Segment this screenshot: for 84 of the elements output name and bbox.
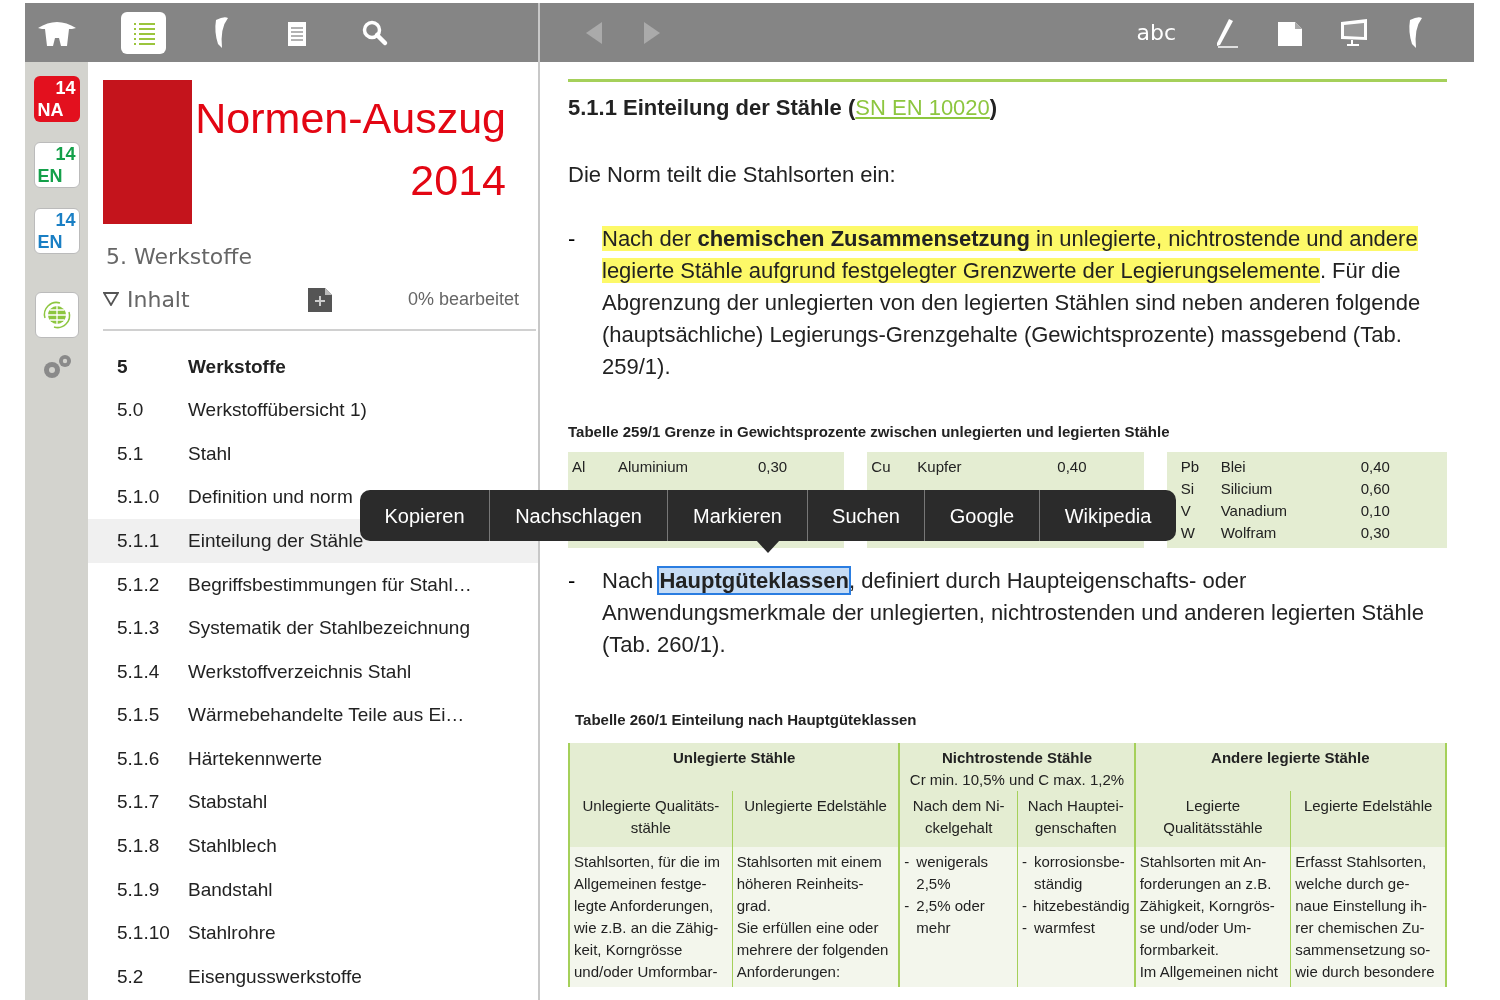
table-cell-text: Cu <box>871 456 892 477</box>
table-cell-text: 0,40 <box>1360 456 1390 477</box>
table-cell-text: Kupfer <box>917 456 963 477</box>
book-year: 2014 <box>410 155 506 206</box>
table-cell-text: W <box>1179 522 1196 543</box>
toc-item[interactable]: 5.1.6 Härtekennwerte <box>88 737 538 781</box>
table-cell-text: 0,40 <box>1057 456 1087 477</box>
monitor-icon[interactable] <box>1340 17 1368 48</box>
toc-item[interactable]: 5.2 Eisengusswerkstoffe <box>88 955 538 999</box>
globe-icon <box>41 300 72 330</box>
table-cell-text: Vanadium <box>1220 500 1289 521</box>
table-cell-text: V <box>1179 500 1192 521</box>
list-dash: - <box>1022 918 1028 938</box>
toc-item[interactable]: 5.1.8 Stahlblech <box>88 824 538 869</box>
book-title: Normen-Auszug <box>195 93 506 144</box>
table-cell-text: Silicium <box>1220 478 1274 499</box>
column-header: Unlegierte Qualitäts- stähle <box>569 791 733 847</box>
table-cell-text: 2,5% oder mehr <box>916 896 985 938</box>
table-cell-text: 0,10 <box>1360 500 1390 521</box>
progress-label: 0% bearbeitet <box>407 287 519 311</box>
toc-item[interactable]: 5.1.5 Wärmebehandelte Teile aus Ei… <box>88 693 538 738</box>
list-dash: - <box>1022 896 1028 916</box>
column-group-note: Cr min. 10,5% und C max. 1,2% <box>908 770 1126 790</box>
list-dash: - <box>1022 852 1028 872</box>
table-cell-text: hitzebeständig <box>1032 896 1130 916</box>
table-cell-text: Blei <box>1220 456 1247 477</box>
table-cell-text: 0,30 <box>1360 522 1390 543</box>
table-cell-text: Stahlsorten mit einem höheren Reinheits- grad. Sie erfüllen eine oder mehrere der folgenden Anforderungen: <box>736 852 890 982</box>
table-caption: Tabelle 259/1 Grenze in Gewichtsprozente zwischen unlegierten und legierten Stähle <box>568 422 1171 442</box>
document-badge[interactable]: 14 EN <box>33 208 80 254</box>
intro-text: Die Norm teilt die Stahlsorten ein: <box>568 161 897 189</box>
table-cell-text: 0,30 <box>758 456 788 477</box>
toc-item[interactable]: 5.1.10 Stahlrohre <box>88 911 538 956</box>
column-header: Legierte Edelstähle <box>1290 791 1446 847</box>
triangle-icon <box>103 292 119 306</box>
table-caption: Tabelle 260/1 Einteilung nach Hauptgüteklassen <box>575 709 918 730</box>
column-header: Legierte Qualitätsstähle <box>1134 791 1291 847</box>
table-cell-text: Aluminium <box>618 456 690 477</box>
menu-item[interactable]: Suchen <box>807 490 924 541</box>
toc-item[interactable]: 5.1.4 Werkstoffverzeichnis Stahl <box>88 650 538 694</box>
contents-toggle[interactable]: Inhalt <box>103 282 308 316</box>
list-dash: - <box>904 896 911 916</box>
column-header: Nach dem Ni- ckelgehalt <box>899 791 1018 847</box>
table-cell-text: warmfest <box>1034 918 1095 938</box>
toolbar-tab[interactable] <box>121 11 166 54</box>
column-header: Unlegierte Edelstähle <box>732 791 900 847</box>
bullet-dash: - <box>568 566 577 595</box>
toc-item[interactable]: 5 Werkstoffe <box>88 345 538 389</box>
toc-item[interactable]: 5.0 Werkstoffübersicht 1) <box>88 388 538 433</box>
column-group-header: Andere legierte Stähle <box>1210 748 1371 768</box>
bullet-paragraph: Nach der chemischen Zusammensetzung in unlegierte, nichtrostende und andere legierte Stähle aufgrund festgelegter Grenzwerte der Legierungselemente. Für die Abgrenzung der unlegierten von den legierten Stählen sind neben anderen folgende (hauptsächliche) Legierungs-Grenzgehalte (Gewichtsprozente) massgebend (Tab. 259/1). <box>602 225 1422 381</box>
document-badge[interactable]: 14 NA <box>33 76 80 122</box>
add-note-icon[interactable] <box>308 286 332 312</box>
note-icon[interactable] <box>1278 19 1302 46</box>
bookmark-icon[interactable] <box>1406 15 1424 50</box>
bullet-dash: - <box>568 225 577 253</box>
menu-item[interactable]: Wikipedia <box>1039 490 1176 541</box>
toc-item[interactable]: 5.1.2 Begriffsbestimmungen für Stahl… <box>88 562 538 607</box>
table-cell-text: 0,60 <box>1360 478 1390 499</box>
toc-item[interactable]: 5.1.7 Stabstahl <box>88 780 538 825</box>
menu-item[interactable]: Google <box>924 490 1039 541</box>
spelling-button[interactable]: abc <box>1136 21 1176 44</box>
pencil-icon[interactable] <box>1214 16 1240 49</box>
table-cell-text: Al <box>572 456 587 477</box>
chapter-title: 5. Werkstoffe <box>106 243 253 271</box>
table-cell-text: Stahlsorten, für die im Allgemeinen festge- legte Anforderungen, wie z.B. an die Zähig- keit, Korngrösse und/oder Umformbar- <box>574 852 721 982</box>
column-header: Nach Hauptei- genschaften <box>1017 791 1135 847</box>
table-cell-text: Pb <box>1179 456 1200 477</box>
table-cell-text: Stahlsorten mit An- forderungen an z.B. Zähigkeit, Korngrös- se und/oder Um- formbarkeit. Im Allgemeinen nicht <box>1139 852 1280 982</box>
toc-item[interactable]: 5.1 Stahl <box>88 432 538 476</box>
column-group-header: Unlegierte Stähle <box>671 748 797 768</box>
toc-item[interactable]: 5.1.3 Systematik der Stahlbezeichnung <box>88 606 538 651</box>
table-cell-text: Wolfram <box>1220 522 1278 543</box>
section-heading: 5.1.1 Einteilung der Stähle (SN EN 10020) <box>568 94 999 122</box>
search-icon[interactable] <box>360 18 389 47</box>
table-cell-text: wenigerals 2,5% <box>916 852 989 894</box>
table-cell-text: Si <box>1179 478 1195 499</box>
table-cell-text: Erfasst Stahlsorten, welche durch ge- naue Einstellung ih- rer chemischen Zu- sammensetzung so- wie durch besondere <box>1295 852 1436 982</box>
column-group-header: Nichtrostende Stähle <box>940 748 1093 768</box>
bullet-paragraph: Nach Hauptgüteklassen, definiert durch Haupteigenschafts- oder Anwendungsmerkmale der unlegierten, nichtrostenden und anderen legierten Stähle (Tab. 260/1). <box>602 566 1425 659</box>
globe-button[interactable] <box>34 292 79 338</box>
list-dash: - <box>904 852 911 872</box>
menu-item[interactable]: Nachschlagen <box>489 490 667 541</box>
toc-item[interactable]: 5.1.9 Bandstahl <box>88 868 538 912</box>
